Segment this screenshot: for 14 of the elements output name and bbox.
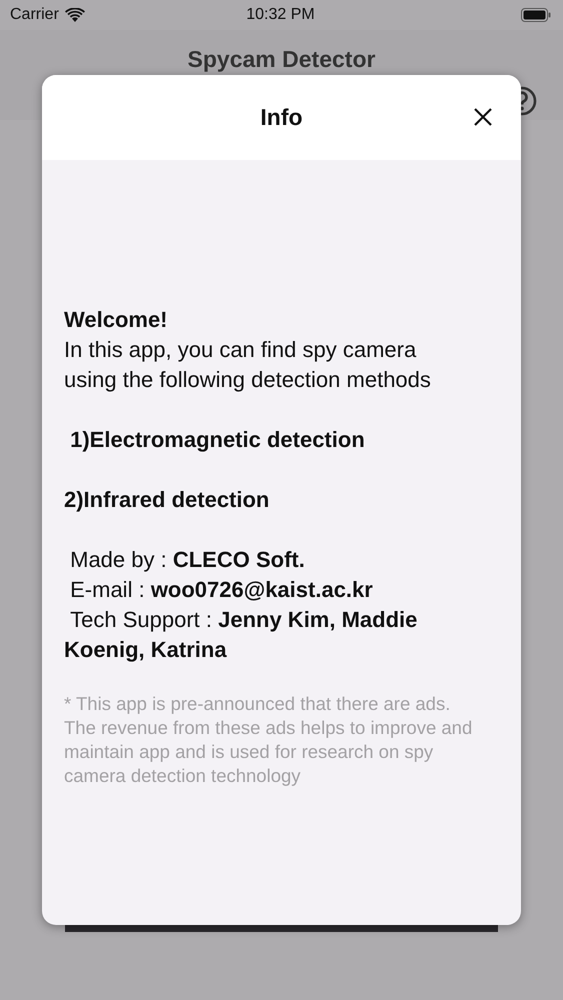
dialog-title: Info <box>260 104 303 131</box>
wifi-icon <box>64 8 85 22</box>
welcome-heading: Welcome! <box>64 306 169 334</box>
clock-time: 10:32 PM <box>246 6 315 24</box>
carrier-label: Carrier <box>10 6 59 24</box>
method-item: 2)Infrared detection <box>64 486 270 514</box>
intro-text: In this app, you can find spy camera using the following detection methods <box>64 336 432 394</box>
method-item: 1)Electromagnetic detection <box>69 426 366 454</box>
credit-line: Tech Support : Jenny Kim, Maddie Koenig, Katrina <box>64 606 418 664</box>
credit-line: Made by : CLECO Soft. <box>69 546 306 574</box>
credit-line: E-mail : woo0726@kaist.ac.kr <box>69 576 374 604</box>
app-title: Spycam Detector <box>188 46 376 73</box>
battery-icon <box>520 8 551 22</box>
notice-text: * This app is pre-announced that there are ads. The revenue from these ads helps to improve and maintain app and is used for research on spy camera detection technology <box>64 692 474 788</box>
